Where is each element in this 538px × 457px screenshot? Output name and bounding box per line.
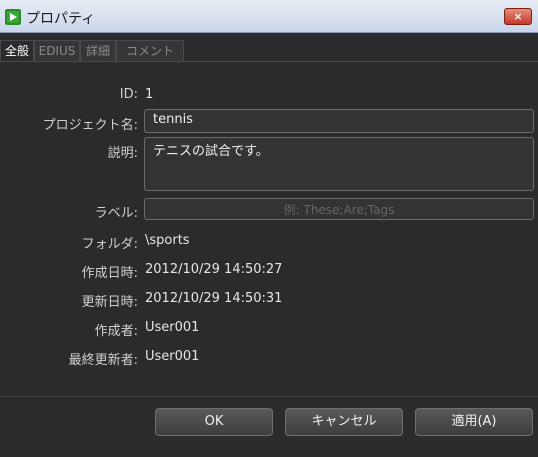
tab-label: 全般 [4,44,29,58]
title-bar[interactable]: プロパティ × [0,0,538,33]
tab-details[interactable]: 詳細 [80,40,116,61]
window-title: プロパティ [26,11,96,27]
tab-label: コメント [125,44,174,58]
cancel-button[interactable]: キャンセル [285,408,403,436]
folder-label: フォルダ: [81,237,138,252]
cancel-label: キャンセル [311,414,377,429]
apply-label: 適用(A) [451,414,497,429]
close-button[interactable]: × [504,8,532,25]
close-icon: × [513,10,523,23]
creator-label: 作成者: [94,324,138,339]
id-label: ID: [119,87,138,102]
ok-label: OK [204,414,224,429]
tab-edius[interactable]: EDIUS [34,40,80,61]
tab-strip: 全般 EDIUS 詳細 コメント [0,40,538,62]
tab-general[interactable]: 全般 [0,40,34,61]
tab-label: EDIUS [38,44,76,58]
created-value: 2012/10/29 14:50:27 [145,262,283,277]
footer-divider [0,396,538,397]
creator-value: User001 [145,320,200,335]
label-input-placeholder: 例: These;Are;Tags [283,203,395,217]
updated-value: 2012/10/29 14:50:31 [145,291,283,306]
project-name-label: プロジェクト名: [42,118,138,133]
description-value: テニスの試合です。 [153,144,269,159]
project-name-input[interactable]: tennis [144,109,534,133]
tab-label: 詳細 [85,44,110,58]
app-icon [5,9,21,25]
description-label: 説明: [107,146,138,161]
created-label: 作成日時: [81,266,138,281]
description-textarea[interactable]: テニスの試合です。 [144,137,534,191]
tab-comment[interactable]: コメント [116,40,184,61]
ok-button[interactable]: OK [155,408,273,436]
label-input[interactable]: 例: These;Are;Tags [144,198,534,220]
folder-value: \sports [145,233,190,248]
updated-label: 更新日時: [81,295,138,310]
last-modifier-value: User001 [145,349,200,364]
project-name-value: tennis [153,112,193,127]
label-field-label: ラベル: [94,206,138,221]
apply-button[interactable]: 適用(A) [415,408,533,436]
id-value: 1 [145,87,154,102]
last-modifier-label: 最終更新者: [68,353,138,368]
